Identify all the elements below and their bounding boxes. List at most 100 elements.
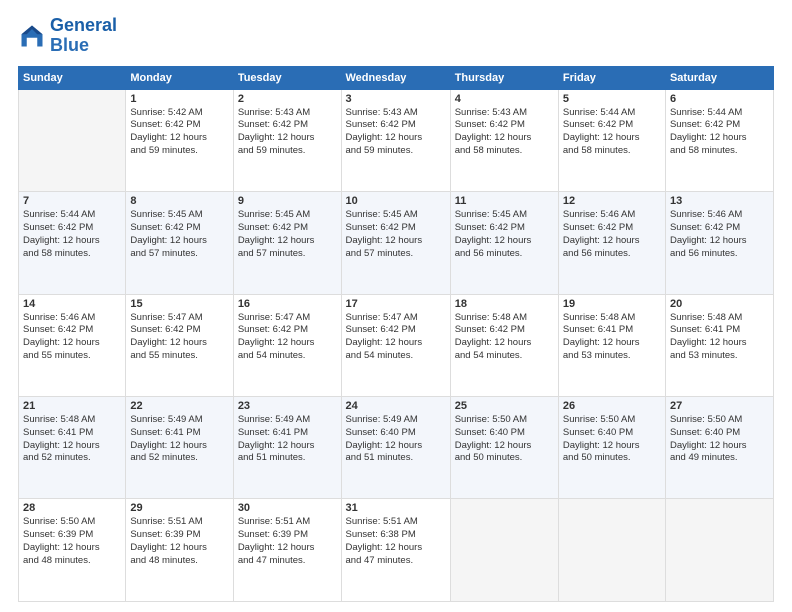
day-number: 6	[670, 93, 769, 105]
day-number: 29	[130, 502, 228, 514]
day-info: Sunrise: 5:51 AMSunset: 6:39 PMDaylight:…	[238, 516, 337, 567]
day-number: 8	[130, 195, 228, 207]
day-info: Sunrise: 5:46 AMSunset: 6:42 PMDaylight:…	[23, 312, 121, 363]
day-cell: 6Sunrise: 5:44 AMSunset: 6:42 PMDaylight…	[665, 89, 773, 191]
day-number: 31	[346, 502, 446, 514]
day-info: Sunrise: 5:50 AMSunset: 6:40 PMDaylight:…	[455, 414, 554, 465]
day-info: Sunrise: 5:45 AMSunset: 6:42 PMDaylight:…	[455, 209, 554, 260]
day-info: Sunrise: 5:43 AMSunset: 6:42 PMDaylight:…	[346, 107, 446, 158]
week-row-1: 7Sunrise: 5:44 AMSunset: 6:42 PMDaylight…	[19, 192, 774, 294]
day-info: Sunrise: 5:42 AMSunset: 6:42 PMDaylight:…	[130, 107, 228, 158]
day-header-sunday: Sunday	[19, 66, 126, 89]
day-number: 30	[238, 502, 337, 514]
day-cell	[558, 499, 665, 602]
day-cell: 5Sunrise: 5:44 AMSunset: 6:42 PMDaylight…	[558, 89, 665, 191]
day-info: Sunrise: 5:50 AMSunset: 6:40 PMDaylight:…	[563, 414, 661, 465]
week-row-3: 21 Sunrise: 5:48 AMSunset: 6:41 PMDayligh…	[19, 397, 774, 499]
day-cell: 12 Sunrise: 5:46 AMSunset: 6:42 PMDayligh…	[558, 192, 665, 294]
day-number: 18	[455, 298, 554, 310]
day-cell: 7Sunrise: 5:44 AMSunset: 6:42 PMDaylight…	[19, 192, 126, 294]
day-number: 24	[346, 400, 446, 412]
day-cell: 25 Sunrise: 5:50 AMSunset: 6:40 PMDayligh…	[450, 397, 558, 499]
header: General Blue	[18, 16, 774, 56]
calendar-header: SundayMondayTuesdayWednesdayThursdayFrid…	[19, 66, 774, 89]
day-cell: 19 Sunrise: 5:48 AMSunset: 6:41 PMDayligh…	[558, 294, 665, 396]
day-info: Sunrise: 5:49 AMSunset: 6:41 PMDaylight:…	[238, 414, 337, 465]
day-number: 11	[455, 195, 554, 207]
day-cell: 29 Sunrise: 5:51 AMSunset: 6:39 PMDayligh…	[126, 499, 233, 602]
week-row-0: 1 Sunrise: 5:42 AMSunset: 6:42 PMDaylight…	[19, 89, 774, 191]
day-number: 10	[346, 195, 446, 207]
day-number: 1	[130, 93, 228, 105]
day-number: 27	[670, 400, 769, 412]
day-cell: 23 Sunrise: 5:49 AMSunset: 6:41 PMDayligh…	[233, 397, 341, 499]
day-number: 23	[238, 400, 337, 412]
day-info: Sunrise: 5:48 AMSunset: 6:42 PMDaylight:…	[455, 312, 554, 363]
day-number: 13	[670, 195, 769, 207]
day-number: 21	[23, 400, 121, 412]
week-row-2: 14 Sunrise: 5:46 AMSunset: 6:42 PMDayligh…	[19, 294, 774, 396]
day-info: Sunrise: 5:45 AMSunset: 6:42 PMDaylight:…	[130, 209, 228, 260]
day-info: Sunrise: 5:48 AMSunset: 6:41 PMDaylight:…	[563, 312, 661, 363]
day-number: 14	[23, 298, 121, 310]
day-cell: 26 Sunrise: 5:50 AMSunset: 6:40 PMDayligh…	[558, 397, 665, 499]
day-cell: 2Sunrise: 5:43 AMSunset: 6:42 PMDaylight…	[233, 89, 341, 191]
day-info: Sunrise: 5:51 AMSunset: 6:39 PMDaylight:…	[130, 516, 228, 567]
day-info: Sunrise: 5:48 AMSunset: 6:41 PMDaylight:…	[23, 414, 121, 465]
day-cell: 16 Sunrise: 5:47 AMSunset: 6:42 PMDayligh…	[233, 294, 341, 396]
day-number: 7	[23, 195, 121, 207]
day-info: Sunrise: 5:43 AMSunset: 6:42 PMDaylight:…	[455, 107, 554, 158]
day-cell: 18 Sunrise: 5:48 AMSunset: 6:42 PMDayligh…	[450, 294, 558, 396]
day-number: 16	[238, 298, 337, 310]
day-info: Sunrise: 5:50 AMSunset: 6:39 PMDaylight:…	[23, 516, 121, 567]
day-header-wednesday: Wednesday	[341, 66, 450, 89]
day-cell	[450, 499, 558, 602]
day-number: 22	[130, 400, 228, 412]
day-cell: 4 Sunrise: 5:43 AMSunset: 6:42 PMDaylight…	[450, 89, 558, 191]
day-info: Sunrise: 5:51 AMSunset: 6:38 PMDaylight:…	[346, 516, 446, 567]
day-cell: 27 Sunrise: 5:50 AMSunset: 6:40 PMDayligh…	[665, 397, 773, 499]
day-info: Sunrise: 5:47 AMSunset: 6:42 PMDaylight:…	[238, 312, 337, 363]
day-number: 17	[346, 298, 446, 310]
logo-icon	[18, 22, 46, 50]
day-number: 12	[563, 195, 661, 207]
day-cell: 28 Sunrise: 5:50 AMSunset: 6:39 PMDayligh…	[19, 499, 126, 602]
day-header-tuesday: Tuesday	[233, 66, 341, 89]
day-cell	[19, 89, 126, 191]
day-number: 28	[23, 502, 121, 514]
day-number: 19	[563, 298, 661, 310]
day-info: Sunrise: 5:50 AMSunset: 6:40 PMDaylight:…	[670, 414, 769, 465]
day-number: 20	[670, 298, 769, 310]
day-number: 26	[563, 400, 661, 412]
day-cell: 31 Sunrise: 5:51 AMSunset: 6:38 PMDayligh…	[341, 499, 450, 602]
calendar-body: 1 Sunrise: 5:42 AMSunset: 6:42 PMDaylight…	[19, 89, 774, 601]
day-info: Sunrise: 5:46 AMSunset: 6:42 PMDaylight:…	[670, 209, 769, 260]
day-cell: 21 Sunrise: 5:48 AMSunset: 6:41 PMDayligh…	[19, 397, 126, 499]
days-header-row: SundayMondayTuesdayWednesdayThursdayFrid…	[19, 66, 774, 89]
day-info: Sunrise: 5:43 AMSunset: 6:42 PMDaylight:…	[238, 107, 337, 158]
day-number: 25	[455, 400, 554, 412]
day-info: Sunrise: 5:49 AMSunset: 6:41 PMDaylight:…	[130, 414, 228, 465]
day-cell: 17 Sunrise: 5:47 AMSunset: 6:42 PMDayligh…	[341, 294, 450, 396]
day-header-thursday: Thursday	[450, 66, 558, 89]
day-cell: 13 Sunrise: 5:46 AMSunset: 6:42 PMDayligh…	[665, 192, 773, 294]
day-cell: 3 Sunrise: 5:43 AMSunset: 6:42 PMDaylight…	[341, 89, 450, 191]
day-cell: 9Sunrise: 5:45 AMSunset: 6:42 PMDaylight…	[233, 192, 341, 294]
day-number: 3	[346, 93, 446, 105]
day-info: Sunrise: 5:47 AMSunset: 6:42 PMDaylight:…	[346, 312, 446, 363]
calendar: SundayMondayTuesdayWednesdayThursdayFrid…	[18, 66, 774, 602]
day-number: 15	[130, 298, 228, 310]
day-info: Sunrise: 5:45 AMSunset: 6:42 PMDaylight:…	[238, 209, 337, 260]
day-header-saturday: Saturday	[665, 66, 773, 89]
day-cell: 20 Sunrise: 5:48 AMSunset: 6:41 PMDayligh…	[665, 294, 773, 396]
week-row-4: 28 Sunrise: 5:50 AMSunset: 6:39 PMDayligh…	[19, 499, 774, 602]
day-cell: 10Sunrise: 5:45 AMSunset: 6:42 PMDayligh…	[341, 192, 450, 294]
logo: General Blue	[18, 16, 117, 56]
day-info: Sunrise: 5:46 AMSunset: 6:42 PMDaylight:…	[563, 209, 661, 260]
day-cell: 1 Sunrise: 5:42 AMSunset: 6:42 PMDaylight…	[126, 89, 233, 191]
day-number: 4	[455, 93, 554, 105]
logo-text: General Blue	[50, 16, 117, 56]
day-info: Sunrise: 5:48 AMSunset: 6:41 PMDaylight:…	[670, 312, 769, 363]
day-cell: 15 Sunrise: 5:47 AMSunset: 6:42 PMDayligh…	[126, 294, 233, 396]
day-info: Sunrise: 5:47 AMSunset: 6:42 PMDaylight:…	[130, 312, 228, 363]
